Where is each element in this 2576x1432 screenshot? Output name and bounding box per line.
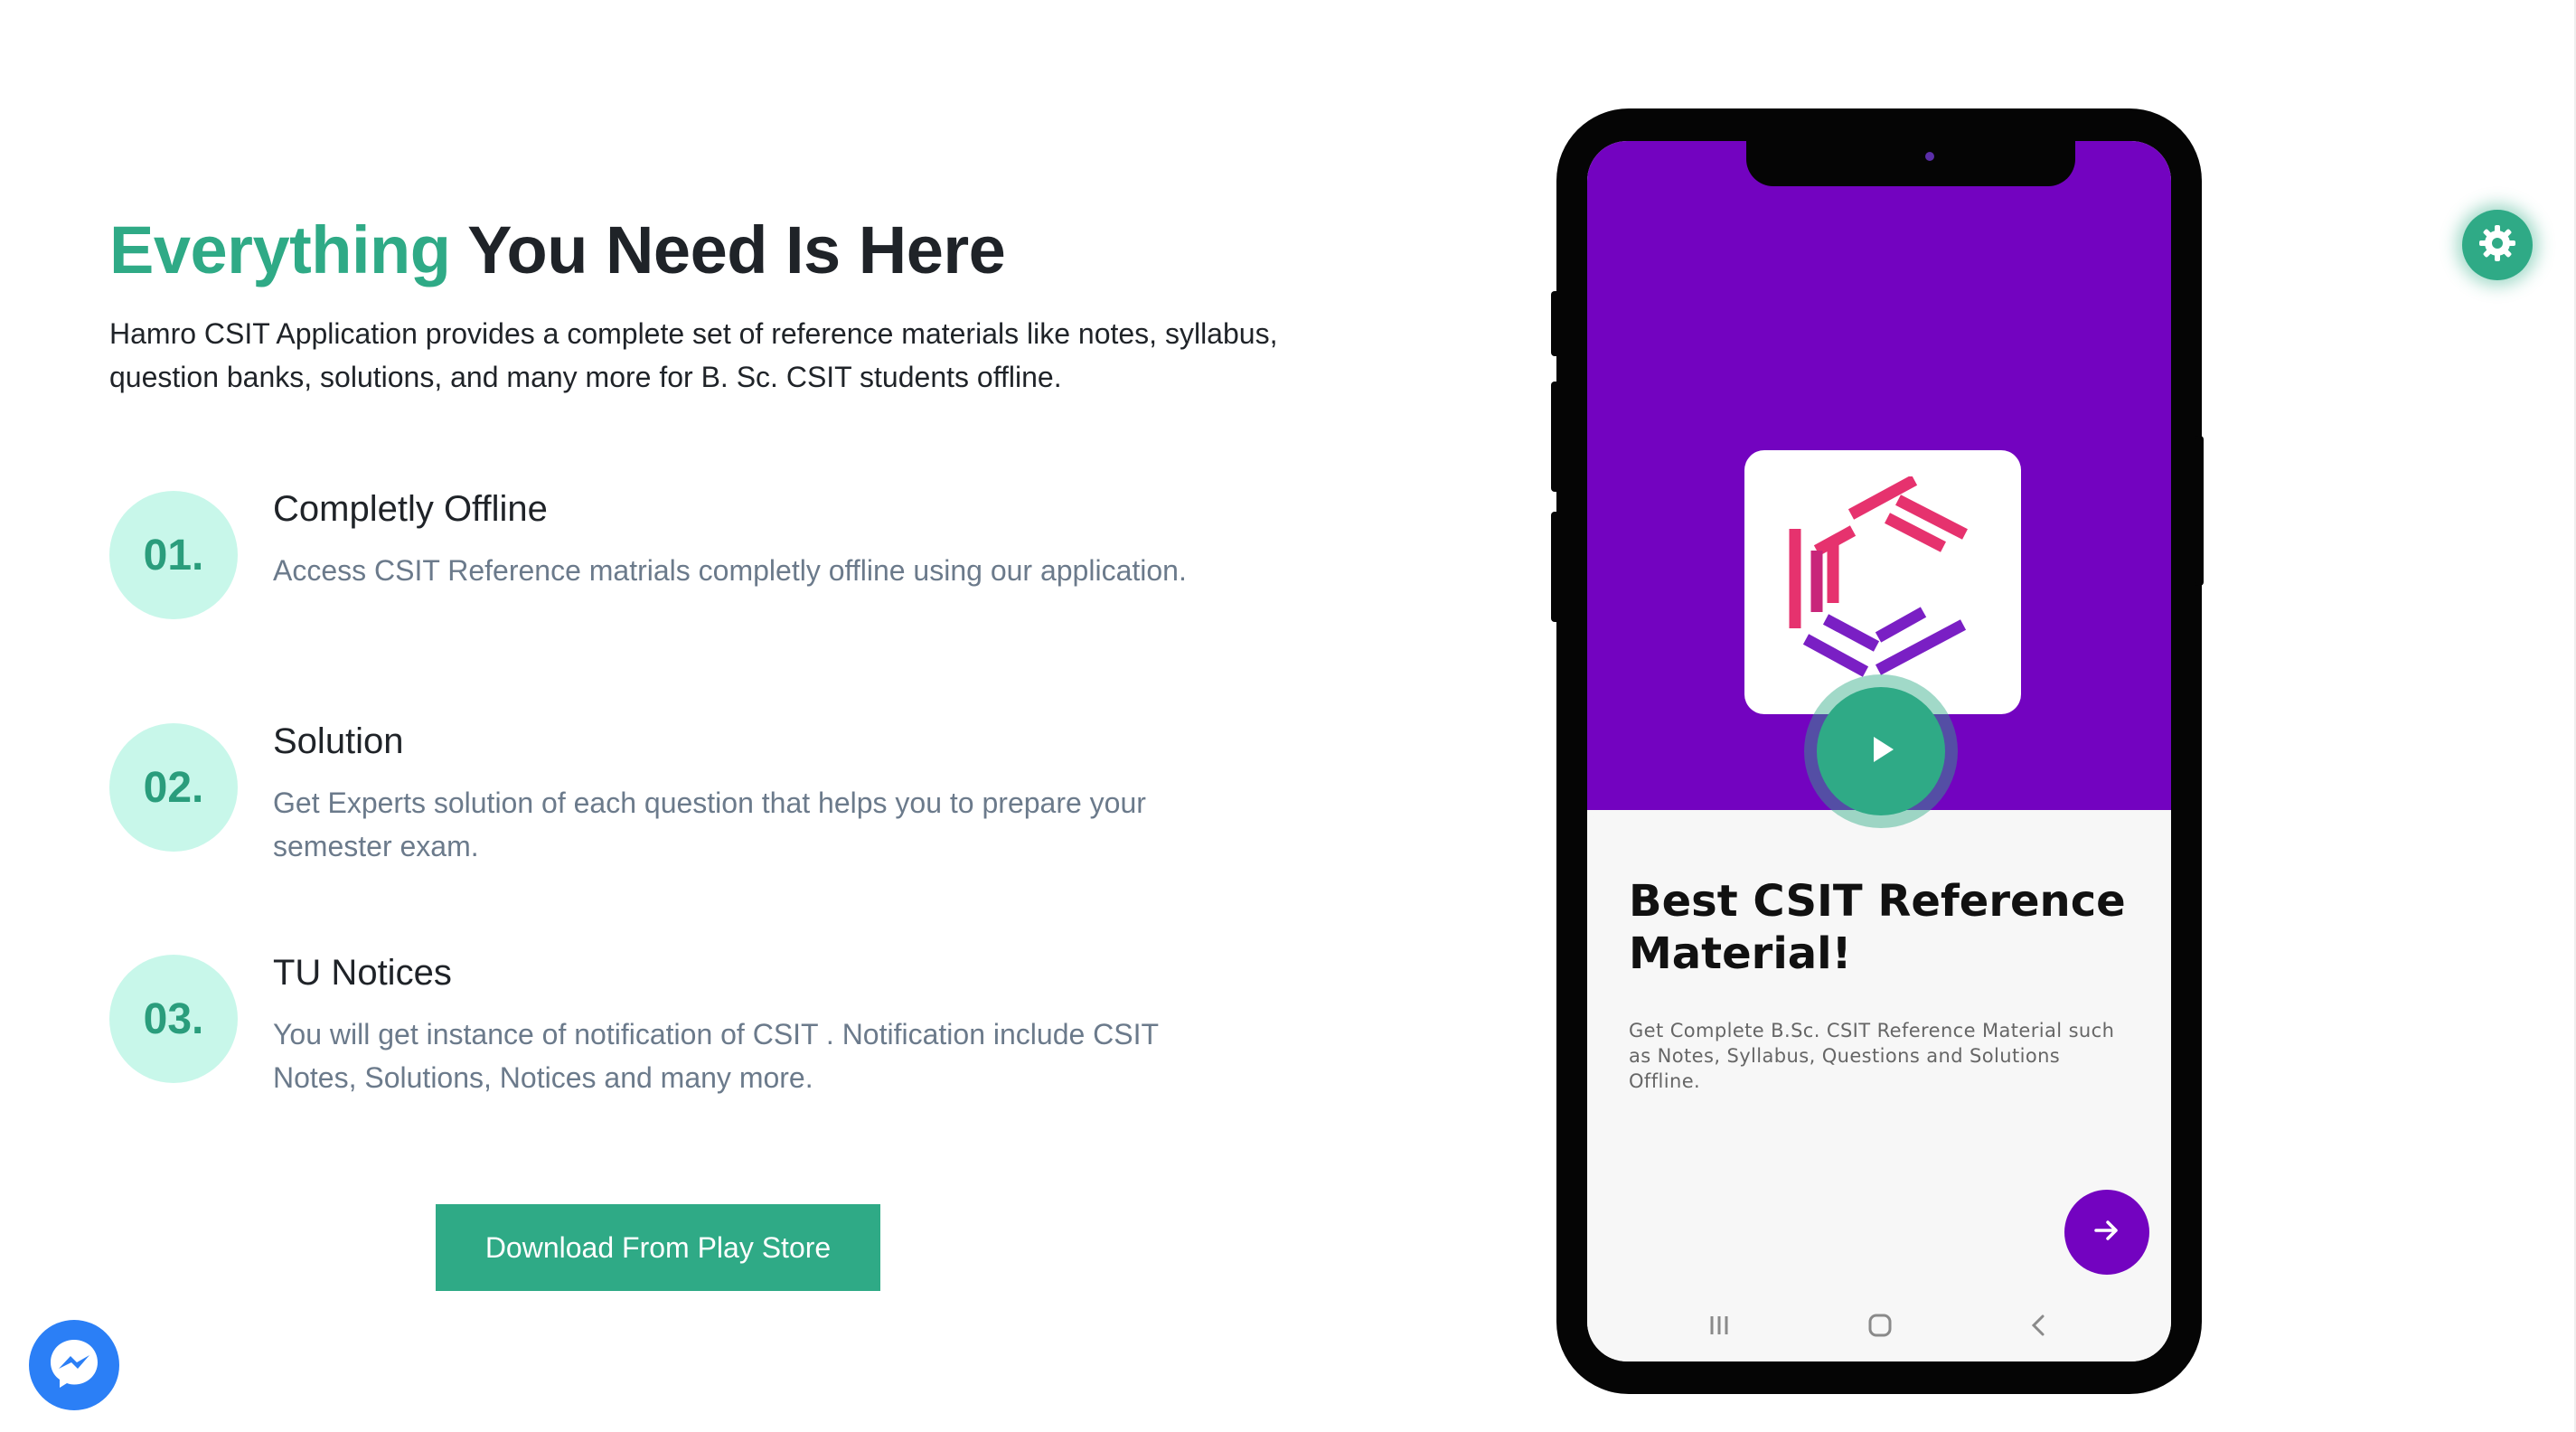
play-icon [1863, 731, 1899, 772]
home-icon[interactable] [1862, 1307, 1898, 1343]
phone-screen: Best CSIT Reference Material! Get Comple… [1587, 141, 2171, 1361]
card-title: Best CSIT Reference Material! [1629, 876, 2126, 979]
page: Everything You Need Is Here Hamro CSIT A… [0, 0, 2576, 1432]
feature-description: Get Experts solution of each question th… [273, 787, 1146, 862]
feature-number-badge: 03. [109, 955, 238, 1083]
page-title-rest: You Need Is Here [450, 212, 1006, 287]
next-button[interactable] [2064, 1190, 2149, 1275]
phone-side-button [2195, 436, 2204, 586]
play-button-ring[interactable] [1804, 674, 1958, 828]
feature-item-notices: 03. TU Notices You will get instance of … [109, 947, 1239, 1110]
back-icon[interactable] [2021, 1307, 2057, 1343]
phone-mockup: Best CSIT Reference Material! Get Comple… [1551, 108, 2204, 1394]
messenger-chat-button[interactable] [29, 1320, 119, 1410]
feature-number-badge: 02. [109, 723, 238, 852]
feature-title: TU Notices [273, 953, 452, 993]
messenger-icon [46, 1335, 102, 1396]
page-title-accent: Everything [109, 212, 451, 287]
intro-text: Hamro CSIT Application provides a comple… [109, 317, 1278, 393]
phone-side-button [1551, 382, 1560, 492]
play-button[interactable] [1817, 687, 1945, 815]
recent-apps-icon[interactable] [1701, 1307, 1737, 1343]
feature-item-solution: 02. Solution Get Experts solution of eac… [109, 716, 1239, 879]
feature-number-badge: 01. [109, 491, 238, 619]
arrow-right-icon [2091, 1214, 2123, 1251]
phone-notch [1746, 141, 2075, 186]
settings-button[interactable] [2462, 210, 2533, 280]
feature-item-offline: 01. Completly Offline Access CSIT Refere… [109, 484, 1239, 646]
download-play-store-button[interactable]: Download From Play Store [436, 1204, 880, 1291]
csit-logo-icon [1779, 474, 1987, 689]
gear-icon [2477, 223, 2517, 268]
android-nav-bar [1587, 1289, 2171, 1361]
feature-title: Solution [273, 721, 404, 761]
card-description: Get Complete B.Sc. CSIT Reference Materi… [1629, 1020, 2115, 1092]
feature-title: Completly Offline [273, 489, 548, 529]
phone-side-button [1551, 512, 1560, 622]
page-title: Everything You Need Is Here [109, 210, 1006, 291]
phone-side-button [1551, 291, 1560, 356]
front-camera [1925, 152, 1934, 161]
feature-description: Access CSIT Reference matrials completly… [273, 554, 1187, 587]
feature-description: You will get instance of notification of… [273, 1018, 1159, 1094]
